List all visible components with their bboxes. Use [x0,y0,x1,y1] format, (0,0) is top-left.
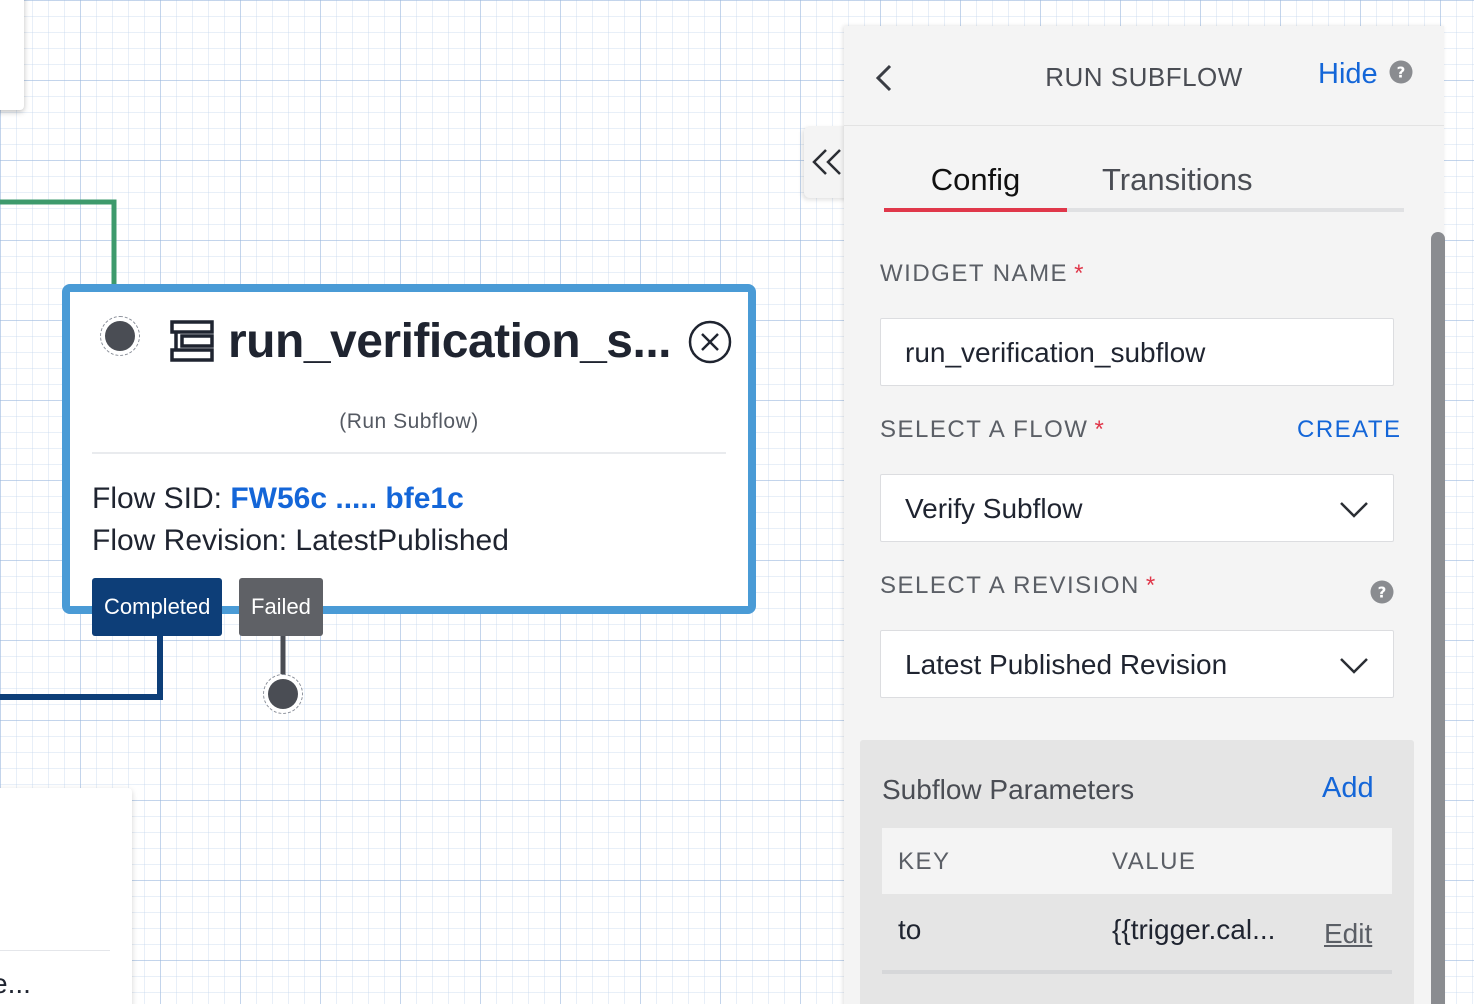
canvas-widget-card-partial-bottom[interactable]: e... [0,788,132,1004]
close-circle-icon[interactable] [688,320,732,364]
select-revision-label: SELECT A REVISION * [880,572,1157,600]
question-circle-icon[interactable]: ? [1389,60,1413,84]
panel-scrollbar[interactable] [1431,232,1445,1004]
select-revision-label-text: SELECT A REVISION [880,572,1140,599]
widget-name-input[interactable]: run_verification_subflow [880,318,1394,386]
canvas-widget-card-partial-top[interactable] [0,0,24,110]
widget-name-label: WIDGET NAME * [880,260,1085,288]
parameter-key: to [898,914,922,945]
completed-wire [0,630,163,700]
widget-title: run_verification_s... [228,315,672,368]
required-mark: * [1145,572,1157,599]
select-revision-dropdown[interactable]: Latest Published Revision [880,630,1394,698]
run-subflow-widget[interactable]: run_verification_s... (Run Subflow) Flow… [62,284,756,614]
column-key: KEY [898,848,951,875]
hide-panel-button[interactable]: Hide [1318,58,1378,91]
svg-text:?: ? [1397,64,1406,82]
edit-parameter-link[interactable]: Edit [1324,918,1372,950]
select-flow-label-text: SELECT A FLOW [880,416,1089,443]
transition-failed[interactable]: Failed [239,578,323,636]
transition-completed[interactable]: Completed [92,578,223,636]
create-flow-link[interactable]: CREATE [1297,416,1402,444]
required-mark: * [1094,416,1106,443]
chevron-down-icon [1340,658,1368,674]
flow-sid-line: Flow SID: FW56c ..... bfe1c [92,482,464,516]
tab-config[interactable]: Config [884,162,1067,198]
column-value: VALUE [1112,848,1197,875]
widget-type-label: (Run Subflow) [339,410,479,433]
failed-output-port[interactable] [263,674,303,714]
parameters-table-header: KEY VALUE [882,828,1392,894]
subflow-parameters-section: Subflow Parameters Add KEY VALUE to {{tr… [860,740,1414,1004]
table-row: to {{trigger.cal... Edit [882,894,1392,974]
widget-name-label-text: WIDGET NAME [880,260,1069,287]
card-divider [0,950,110,951]
panel-tabs: Config Transitions [884,156,1404,212]
flow-revision-value: LatestPublished [295,524,509,557]
double-chevron-left-icon [812,149,841,175]
widget-divider [92,452,726,454]
svg-text:?: ? [1378,584,1387,602]
widget-name-value: run_verification_subflow [905,337,1206,368]
active-tab-indicator [884,208,1067,212]
parameter-value: {{trigger.cal... [1112,914,1276,945]
flow-revision-label: Flow Revision: [92,524,296,557]
flow-sid-label: Flow SID: [92,482,231,515]
select-flow-value: Verify Subflow [905,493,1083,524]
widget-config-panel: RUN SUBFLOW Hide ? Config Transitions WI… [844,26,1444,1004]
question-circle-icon[interactable]: ? [1370,580,1394,604]
chevron-down-icon [1340,502,1368,518]
tab-transitions[interactable]: Transitions [1102,162,1252,198]
required-mark: * [1074,260,1085,287]
subflow-parameters-title: Subflow Parameters [882,774,1135,805]
select-flow-dropdown[interactable]: Verify Subflow [880,474,1394,542]
add-parameter-button[interactable]: Add [1322,772,1374,805]
flow-revision-line: Flow Revision: LatestPublished [92,524,509,558]
panel-header: RUN SUBFLOW Hide ? [844,26,1444,126]
widget-input-port[interactable] [100,316,140,356]
run-subflow-icon [170,320,214,362]
select-revision-value: Latest Published Revision [905,649,1228,680]
select-flow-label: SELECT A FLOW * [880,416,1105,444]
card-partial-text: e... [0,968,31,999]
parameters-table: KEY VALUE to {{trigger.cal... Edit [882,828,1392,974]
flow-sid-value[interactable]: FW56c ..... bfe1c [230,482,463,515]
